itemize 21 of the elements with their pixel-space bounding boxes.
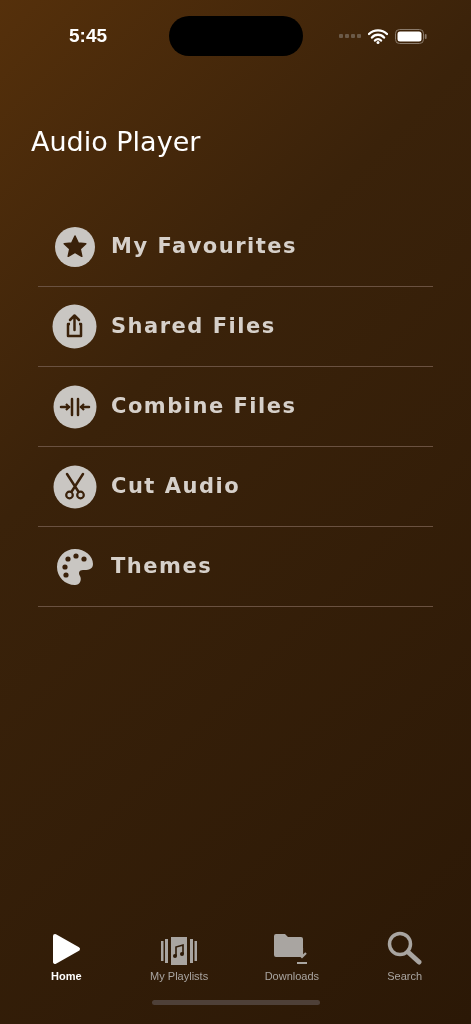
page-title: Audio Player	[31, 126, 201, 158]
tab-bar-item[interactable]: Downloads	[241, 930, 342, 984]
search-icon	[386, 930, 423, 965]
tab-bar-item[interactable]: My Playlists	[129, 930, 230, 984]
menu-item[interactable]: Themes	[38, 527, 433, 607]
scissors-icon	[52, 464, 97, 509]
menu-item[interactable]: Cut Audio	[38, 447, 433, 527]
share-icon	[52, 304, 97, 349]
music-album-icon	[161, 936, 198, 965]
menu-item[interactable]: Combine Files	[38, 367, 433, 447]
combine-icon	[52, 384, 97, 429]
signal-icon	[339, 34, 361, 38]
palette-icon	[55, 547, 94, 586]
tab-bar-item[interactable]: Home	[16, 930, 117, 984]
play-icon	[51, 932, 82, 965]
menu-item[interactable]: My Favourites	[38, 207, 433, 287]
tab-bar-item[interactable]: Search	[354, 930, 455, 984]
status-time: 5:45	[69, 23, 109, 48]
battery-icon	[395, 28, 427, 44]
menu-item[interactable]: Shared Files	[38, 287, 433, 367]
wifi-icon	[368, 28, 388, 44]
